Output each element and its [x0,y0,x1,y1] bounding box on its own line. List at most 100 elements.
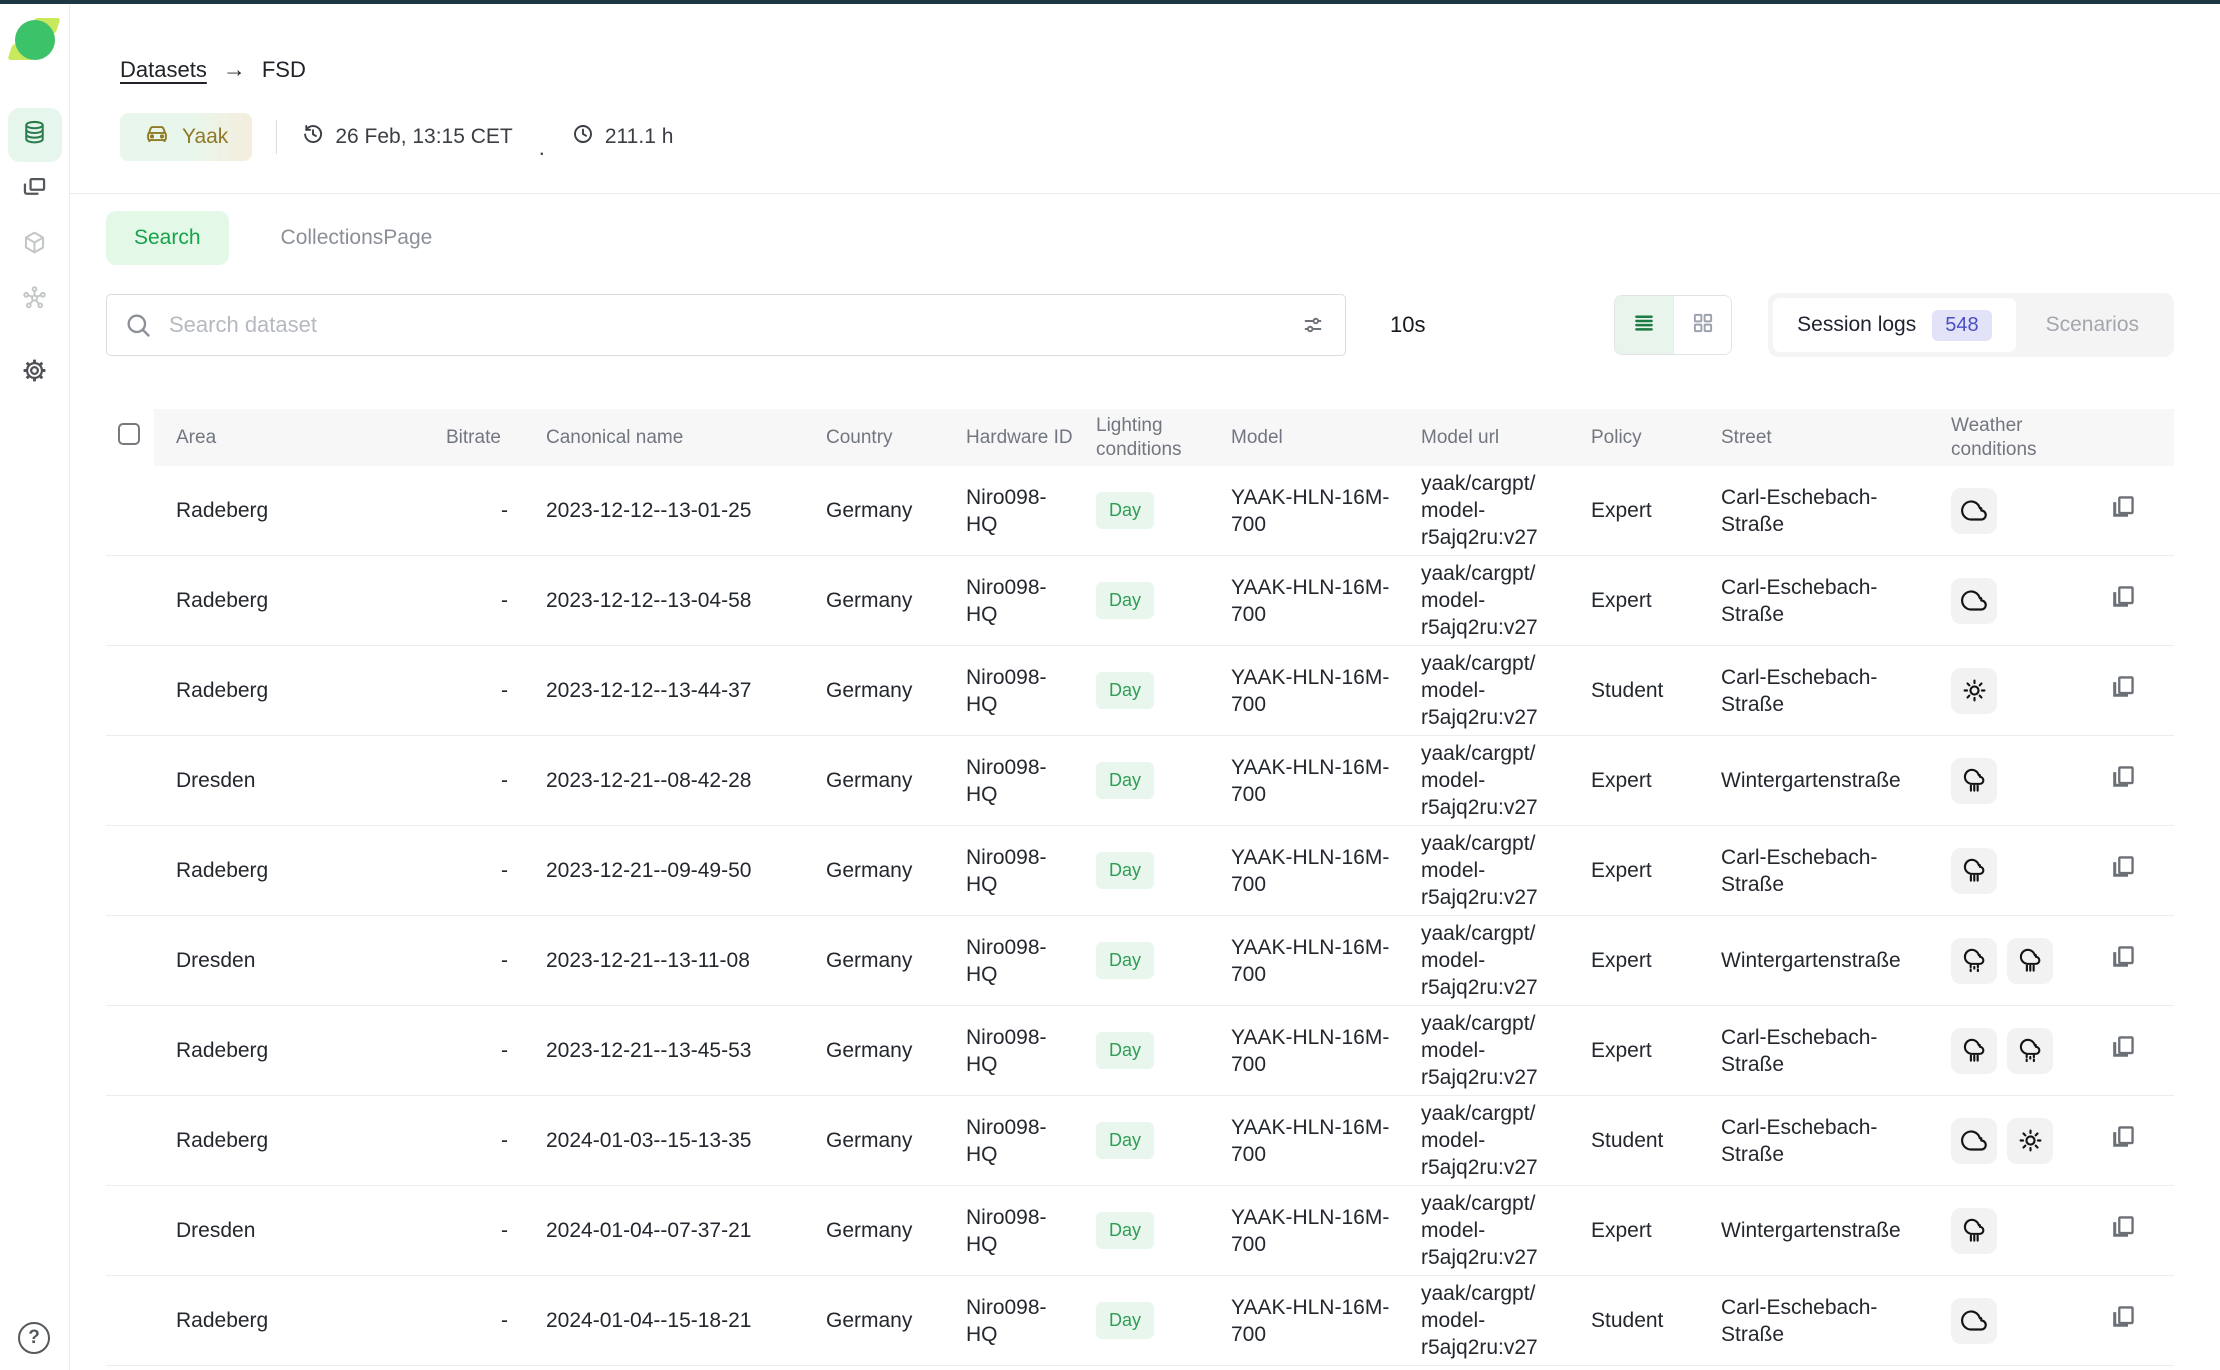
lighting-badge: Day [1096,1302,1154,1339]
sidebar-item-settings[interactable] [8,346,62,400]
logo-circle [15,20,55,60]
copy-button[interactable] [2109,1303,2137,1331]
cell-weather [1929,1186,2079,1276]
cell-canonical-name: 2023-12-21--13-45-53 [524,1006,804,1096]
cell-actions [2079,1276,2174,1366]
cell-model: YAAK-HLN-16M-700 [1209,736,1399,826]
table-row[interactable]: Radeberg-2023-12-21--13-45-53GermanyNiro… [106,1006,2174,1096]
cell-area: Radeberg [154,646,424,736]
cell-lighting: Day [1074,826,1209,916]
session-logs-segment[interactable]: Session logs 548 [1773,298,2015,352]
sidebar-item-graph[interactable] [8,273,62,327]
cell-canonical-name: 2023-12-21--08-42-28 [524,736,804,826]
cloud-icon [1951,488,1997,534]
cell-weather [1929,916,2079,1006]
copy-button[interactable] [2109,493,2137,521]
table-row[interactable]: Radeberg-2023-12-21--09-49-50GermanyNiro… [106,826,2174,916]
lighting-badge: Day [1096,762,1154,799]
cell-select [106,1096,154,1186]
cell-policy: Expert [1569,466,1699,556]
cell-lighting: Day [1074,916,1209,1006]
column-header-lighting-conditions: Lighting conditions [1074,409,1209,466]
copy-button[interactable] [2109,673,2137,701]
cell-model: YAAK-HLN-16M-700 [1209,826,1399,916]
cell-weather [1929,1096,2079,1186]
cell-weather [1929,826,2079,916]
dataset-timestamp: 26 Feb, 13:15 CET [301,122,512,152]
cell-model-url: yaak/cargpt/model-r5ajq2ru:v27 [1399,466,1569,556]
copy-button[interactable] [2109,1033,2137,1061]
cell-bitrate: - [424,556,524,646]
cell-policy: Student [1569,1096,1699,1186]
view-toggle [1614,295,1732,355]
sidebar-item-collections[interactable] [8,163,62,217]
app-logo[interactable] [12,18,58,64]
sidebar-item-datasets[interactable] [8,108,62,162]
help-button[interactable]: ? [18,1322,50,1354]
table-row[interactable]: Radeberg-2024-01-04--15-18-21GermanyNiro… [106,1276,2174,1366]
cell-select [106,1366,154,1370]
tab-search[interactable]: Search [106,211,229,265]
cell-hardware-id: Niro098-HQ [944,826,1074,916]
cell-hardware-id: Niro098-HQ [944,1006,1074,1096]
grid-view-button[interactable] [1673,296,1731,354]
table-row[interactable]: Dresden-2023-12-21--13-11-08GermanyNiro0… [106,916,2174,1006]
copy-button[interactable] [2109,853,2137,881]
tab-collections-page[interactable]: CollectionsPage [253,211,461,265]
sun-icon [1951,668,1997,714]
mode-switcher: Session logs 548 Scenarios [1768,293,2174,357]
table-row[interactable]: Dresden-2024-01-04--07-37-21GermanyNiro0… [106,1186,2174,1276]
copy-button[interactable] [2109,943,2137,971]
cell-select [106,1276,154,1366]
cell-select [106,736,154,826]
copy-button[interactable] [2109,583,2137,611]
list-view-button[interactable] [1615,296,1673,354]
table-row[interactable]: Dresden-2023-12-21--08-42-28GermanyNiro0… [106,736,2174,826]
cell-country: Germany [804,466,944,556]
controls-row: 10s Session logs 548 Scenarios [106,293,2174,357]
copy-button[interactable] [2109,1123,2137,1151]
cell-weather [1929,1276,2079,1366]
filter-icon[interactable] [1300,312,1326,338]
copy-button[interactable] [2109,1213,2137,1241]
copy-button[interactable] [2109,763,2137,791]
search-input[interactable] [106,294,1346,356]
lighting-badge: Day [1096,852,1154,889]
question-mark-icon: ? [28,1327,40,1349]
cell-model-url: yaak/cargpt/model-r5ajq2ru:v27 [1399,736,1569,826]
table-row[interactable]: Radeberg-2023-12-12--13-44-37GermanyNiro… [106,646,2174,736]
cell-weather [1929,466,2079,556]
lighting-badge: Day [1096,672,1154,709]
table-row[interactable]: Radeberg-2023-12-12--13-01-25GermanyNiro… [106,466,2174,556]
sidebar-item-models[interactable] [8,218,62,272]
duration-filter[interactable]: 10s [1390,312,1425,338]
cell-model-url: yaak/cargpt/model-r5ajq2ru:v27 [1399,1366,1569,1370]
cell-area: Dresden [154,916,424,1006]
cell-street: Carl-Eschebach-Straße [1699,556,1929,646]
cell-hardware-id: Niro098-HQ [944,466,1074,556]
table-row[interactable]: Radeberg-2024-01-03--15-13-35GermanyNiro… [106,1096,2174,1186]
cell-bitrate: - [424,1096,524,1186]
cell-actions [2079,1186,2174,1276]
vehicle-badge[interactable]: Yaak [120,113,252,161]
cell-hardware-id: Niro098-HQ [944,736,1074,826]
cell-street: Carl-Eschebach-Straße [1699,646,1929,736]
scenarios-segment[interactable]: Scenarios [2016,313,2169,337]
vehicle-name: Yaak [182,125,228,149]
lighting-badge: Day [1096,1122,1154,1159]
cell-model: YAAK-HLN-16M-700 [1209,646,1399,736]
cell-area: Dresden [154,1186,424,1276]
table-row[interactable]: Radeberg-2023-12-12--13-04-58GermanyNiro… [106,556,2174,646]
cell-area: Radeberg [154,1096,424,1186]
cell-hardware-id: Niro098-HQ [944,646,1074,736]
car-icon [144,121,170,153]
cell-canonical-name: 2024-01-04--07-37-21 [524,1186,804,1276]
select-all-checkbox[interactable] [118,423,140,445]
main-content: Datasets → FSD Yaak 26 Feb, 13:15 CET . … [70,4,2220,1370]
cell-model: YAAK-HLN-16M-700 [1209,1006,1399,1096]
cell-actions [2079,1096,2174,1186]
cell-model-url: yaak/cargpt/model-r5ajq2ru:v27 [1399,556,1569,646]
breadcrumb-datasets-link[interactable]: Datasets [120,57,207,83]
divider [276,120,277,154]
table-row[interactable]: Dresden-2024-01-05--08-46-29GermanyNiro0… [106,1366,2174,1370]
